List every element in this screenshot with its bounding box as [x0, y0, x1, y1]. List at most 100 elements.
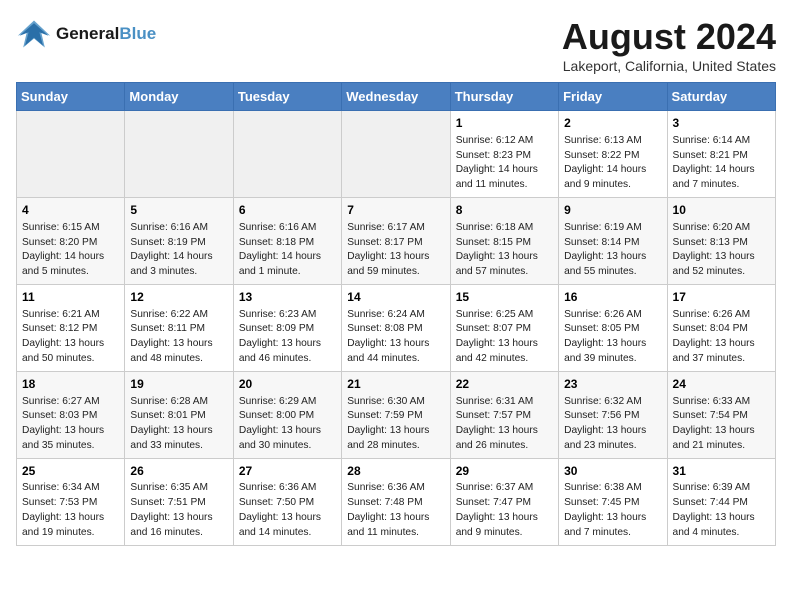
day-number: 19	[130, 376, 227, 393]
calendar-cell: 5 Sunrise: 6:16 AM Sunset: 8:19 PM Daylig…	[125, 197, 233, 284]
day-info: Sunrise: 6:26 AM Sunset: 8:04 PM Dayligh…	[673, 308, 770, 367]
day-info: Sunrise: 6:20 AM Sunset: 8:13 PM Dayligh…	[673, 221, 770, 280]
day-info: Sunrise: 6:29 AM Sunset: 8:00 PM Dayligh…	[239, 395, 336, 454]
calendar-header-row: SundayMondayTuesdayWednesdayThursdayFrid…	[17, 83, 776, 111]
calendar-cell: 15Sunrise: 6:25 AM Sunset: 8:07 PM Dayli…	[450, 284, 558, 371]
calendar-day-header: Monday	[125, 83, 233, 111]
calendar-cell: 27Sunrise: 6:36 AM Sunset: 7:50 PM Dayli…	[233, 458, 341, 545]
day-number: 21	[347, 376, 444, 393]
day-number: 12	[130, 289, 227, 306]
calendar-day-header: Friday	[559, 83, 667, 111]
day-info: Sunrise: 6:17 AM Sunset: 8:17 PM Dayligh…	[347, 221, 444, 280]
calendar-cell: 4 Sunrise: 6:15 AM Sunset: 8:20 PM Daylig…	[17, 197, 125, 284]
logo: GeneralBlue	[16, 16, 156, 52]
logo-text: GeneralBlue	[56, 24, 156, 44]
day-number: 16	[564, 289, 661, 306]
calendar-table: SundayMondayTuesdayWednesdayThursdayFrid…	[16, 82, 776, 546]
calendar-cell: 2Sunrise: 6:13 AM Sunset: 8:22 PM Daylig…	[559, 111, 667, 198]
calendar-week-row: 25Sunrise: 6:34 AM Sunset: 7:53 PM Dayli…	[17, 458, 776, 545]
day-number: 5	[130, 202, 227, 219]
day-number: 8	[456, 202, 553, 219]
day-number: 17	[673, 289, 770, 306]
day-number: 25	[22, 463, 119, 480]
location: Lakeport, California, United States	[562, 58, 776, 74]
day-info: Sunrise: 6:23 AM Sunset: 8:09 PM Dayligh…	[239, 308, 336, 367]
day-info: Sunrise: 6:14 AM Sunset: 8:21 PM Dayligh…	[673, 134, 770, 193]
calendar-cell	[342, 111, 450, 198]
day-number: 9	[564, 202, 661, 219]
day-number: 22	[456, 376, 553, 393]
calendar-cell: 3Sunrise: 6:14 AM Sunset: 8:21 PM Daylig…	[667, 111, 775, 198]
calendar-day-header: Thursday	[450, 83, 558, 111]
day-info: Sunrise: 6:36 AM Sunset: 7:50 PM Dayligh…	[239, 481, 336, 540]
day-info: Sunrise: 6:19 AM Sunset: 8:14 PM Dayligh…	[564, 221, 661, 280]
day-number: 26	[130, 463, 227, 480]
day-info: Sunrise: 6:15 AM Sunset: 8:20 PM Dayligh…	[22, 221, 119, 280]
day-number: 23	[564, 376, 661, 393]
day-number: 10	[673, 202, 770, 219]
day-info: Sunrise: 6:24 AM Sunset: 8:08 PM Dayligh…	[347, 308, 444, 367]
day-number: 24	[673, 376, 770, 393]
day-number: 1	[456, 115, 553, 132]
day-info: Sunrise: 6:38 AM Sunset: 7:45 PM Dayligh…	[564, 481, 661, 540]
calendar-cell	[233, 111, 341, 198]
calendar-cell: 8 Sunrise: 6:18 AM Sunset: 8:15 PM Daylig…	[450, 197, 558, 284]
day-info: Sunrise: 6:28 AM Sunset: 8:01 PM Dayligh…	[130, 395, 227, 454]
day-number: 11	[22, 289, 119, 306]
calendar-cell: 1Sunrise: 6:12 AM Sunset: 8:23 PM Daylig…	[450, 111, 558, 198]
calendar-cell: 14 Sunrise: 6:24 AM Sunset: 8:08 PM Dayli…	[342, 284, 450, 371]
day-number: 18	[22, 376, 119, 393]
calendar-cell: 30Sunrise: 6:38 AM Sunset: 7:45 PM Dayli…	[559, 458, 667, 545]
day-info: Sunrise: 6:16 AM Sunset: 8:19 PM Dayligh…	[130, 221, 227, 280]
day-number: 29	[456, 463, 553, 480]
day-info: Sunrise: 6:32 AM Sunset: 7:56 PM Dayligh…	[564, 395, 661, 454]
calendar-cell: 17 Sunrise: 6:26 AM Sunset: 8:04 PM Dayli…	[667, 284, 775, 371]
day-info: Sunrise: 6:30 AM Sunset: 7:59 PM Dayligh…	[347, 395, 444, 454]
calendar-day-header: Sunday	[17, 83, 125, 111]
calendar-cell: 22 Sunrise: 6:31 AM Sunset: 7:57 PM Dayli…	[450, 371, 558, 458]
day-info: Sunrise: 6:13 AM Sunset: 8:22 PM Dayligh…	[564, 134, 661, 193]
calendar-cell: 12 Sunrise: 6:22 AM Sunset: 8:11 PM Dayli…	[125, 284, 233, 371]
calendar-cell: 16 Sunrise: 6:26 AM Sunset: 8:05 PM Dayli…	[559, 284, 667, 371]
calendar-cell	[125, 111, 233, 198]
day-number: 4	[22, 202, 119, 219]
calendar-cell: 31Sunrise: 6:39 AM Sunset: 7:44 PM Dayli…	[667, 458, 775, 545]
calendar-day-header: Saturday	[667, 83, 775, 111]
calendar-cell: 6Sunrise: 6:16 AM Sunset: 8:18 PM Daylig…	[233, 197, 341, 284]
calendar-cell: 25Sunrise: 6:34 AM Sunset: 7:53 PM Dayli…	[17, 458, 125, 545]
calendar-week-row: 11 Sunrise: 6:21 AM Sunset: 8:12 PM Dayli…	[17, 284, 776, 371]
day-info: Sunrise: 6:25 AM Sunset: 8:07 PM Dayligh…	[456, 308, 553, 367]
day-info: Sunrise: 6:37 AM Sunset: 7:47 PM Dayligh…	[456, 481, 553, 540]
day-info: Sunrise: 6:22 AM Sunset: 8:11 PM Dayligh…	[130, 308, 227, 367]
calendar-cell: 7Sunrise: 6:17 AM Sunset: 8:17 PM Daylig…	[342, 197, 450, 284]
title-block: August 2024 Lakeport, California, United…	[562, 16, 776, 74]
day-number: 30	[564, 463, 661, 480]
day-info: Sunrise: 6:33 AM Sunset: 7:54 PM Dayligh…	[673, 395, 770, 454]
day-info: Sunrise: 6:31 AM Sunset: 7:57 PM Dayligh…	[456, 395, 553, 454]
calendar-day-header: Tuesday	[233, 83, 341, 111]
calendar-day-header: Wednesday	[342, 83, 450, 111]
day-info: Sunrise: 6:26 AM Sunset: 8:05 PM Dayligh…	[564, 308, 661, 367]
day-info: Sunrise: 6:34 AM Sunset: 7:53 PM Dayligh…	[22, 481, 119, 540]
day-info: Sunrise: 6:18 AM Sunset: 8:15 PM Dayligh…	[456, 221, 553, 280]
calendar-cell: 20 Sunrise: 6:29 AM Sunset: 8:00 PM Dayli…	[233, 371, 341, 458]
page-header: GeneralBlue August 2024 Lakeport, Califo…	[16, 16, 776, 74]
calendar-body: 1Sunrise: 6:12 AM Sunset: 8:23 PM Daylig…	[17, 111, 776, 546]
calendar-cell: 23 Sunrise: 6:32 AM Sunset: 7:56 PM Dayli…	[559, 371, 667, 458]
calendar-cell: 21 Sunrise: 6:30 AM Sunset: 7:59 PM Dayli…	[342, 371, 450, 458]
day-number: 6	[239, 202, 336, 219]
calendar-week-row: 18 Sunrise: 6:27 AM Sunset: 8:03 PM Dayli…	[17, 371, 776, 458]
calendar-week-row: 1Sunrise: 6:12 AM Sunset: 8:23 PM Daylig…	[17, 111, 776, 198]
day-info: Sunrise: 6:21 AM Sunset: 8:12 PM Dayligh…	[22, 308, 119, 367]
day-number: 20	[239, 376, 336, 393]
calendar-cell: 13 Sunrise: 6:23 AM Sunset: 8:09 PM Dayli…	[233, 284, 341, 371]
calendar-cell	[17, 111, 125, 198]
day-number: 13	[239, 289, 336, 306]
day-info: Sunrise: 6:39 AM Sunset: 7:44 PM Dayligh…	[673, 481, 770, 540]
day-number: 14	[347, 289, 444, 306]
calendar-cell: 19 Sunrise: 6:28 AM Sunset: 8:01 PM Dayli…	[125, 371, 233, 458]
day-info: Sunrise: 6:36 AM Sunset: 7:48 PM Dayligh…	[347, 481, 444, 540]
day-info: Sunrise: 6:35 AM Sunset: 7:51 PM Dayligh…	[130, 481, 227, 540]
calendar-week-row: 4 Sunrise: 6:15 AM Sunset: 8:20 PM Daylig…	[17, 197, 776, 284]
day-info: Sunrise: 6:27 AM Sunset: 8:03 PM Dayligh…	[22, 395, 119, 454]
